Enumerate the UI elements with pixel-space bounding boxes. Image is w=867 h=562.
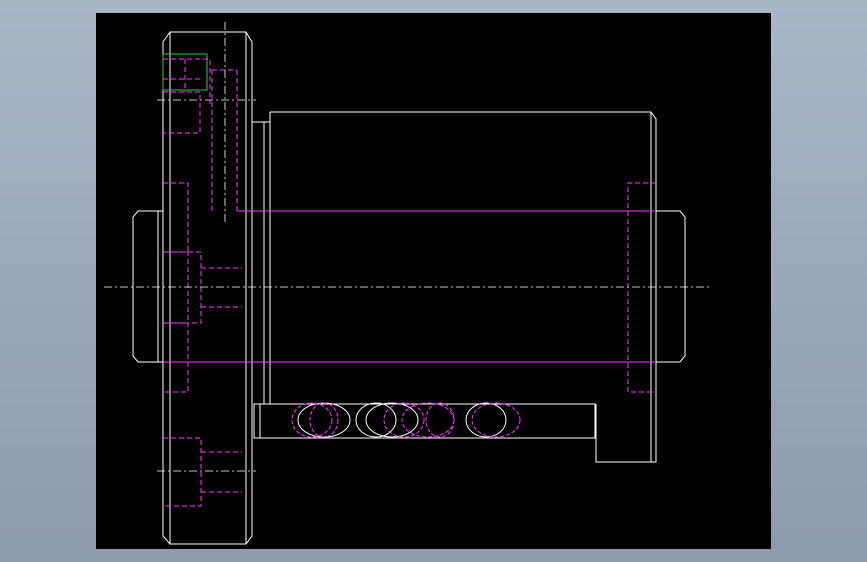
cad-viewport[interactable]	[96, 13, 771, 549]
right-hidden-features	[627, 182, 656, 393]
left-shaft-stub	[132, 210, 163, 363]
ball-nut-drawing	[104, 22, 712, 545]
balls-hidden	[291, 402, 521, 438]
flange-hidden-features	[163, 58, 242, 507]
flange-outline	[162, 31, 253, 545]
ball-return-tube	[253, 403, 596, 439]
bore-lines	[163, 210, 656, 363]
right-shaft-stub	[656, 210, 686, 363]
